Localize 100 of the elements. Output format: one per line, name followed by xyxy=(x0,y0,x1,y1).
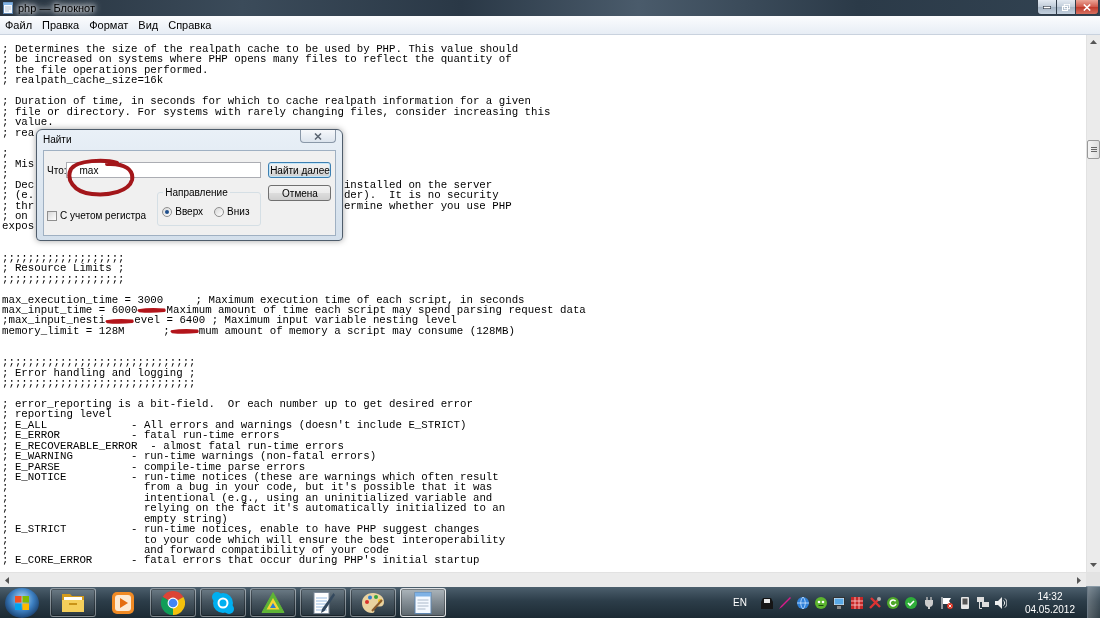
text-line: ;;;;;;;;;;;;;;;;;;;;;;;;;;;;;; xyxy=(2,378,196,389)
close-button[interactable] xyxy=(1076,0,1099,15)
window-title: php — Блокнот xyxy=(18,1,96,16)
text-line: ; Duration of time, in seconds for which to cache realpath information for a given xyxy=(2,96,531,107)
round-badge-icon xyxy=(211,590,235,615)
text-line: ; xyxy=(2,169,9,180)
radio-button[interactable] xyxy=(162,206,173,217)
text-line: ; E_STRICT - run-time notices, enable to have PHP suggest changes xyxy=(2,524,480,535)
text-line: ; E_RECOVERABLE_ERROR - almost fatal run-time errors xyxy=(2,440,344,452)
palette-icon xyxy=(361,590,385,615)
plug-icon[interactable] xyxy=(922,596,935,609)
menu-item[interactable]: Файл xyxy=(0,16,38,34)
radio-label: Вверх xyxy=(175,206,204,217)
globe-icon[interactable] xyxy=(796,596,809,609)
flag-icon[interactable] xyxy=(940,596,953,609)
close-button[interactable] xyxy=(300,130,336,143)
taskbar-button[interactable] xyxy=(50,588,96,617)
inbox-icon[interactable] xyxy=(760,596,773,609)
text-line: ; value. xyxy=(2,117,54,128)
close-icon xyxy=(314,132,322,140)
text-line: ; E_CORE_ERROR - fatal errors that occur during PHP's initial startup xyxy=(2,555,480,566)
clock-date: 04.05.2012 xyxy=(1024,602,1075,616)
text-line: ; xyxy=(2,148,9,159)
text-line: ; E_ERROR - fatal run-time errors xyxy=(2,430,280,441)
text-line: ; Dec xyxy=(2,179,35,191)
menu-item[interactable]: Вид xyxy=(133,16,164,34)
triangle-logo-icon xyxy=(261,590,285,615)
group-label: Направление xyxy=(164,187,229,198)
start-logo-icon xyxy=(15,595,29,610)
taskbar-button[interactable] xyxy=(300,588,346,617)
notepad-icon xyxy=(411,590,435,615)
text-line: ermine whether you use PHP xyxy=(343,200,512,211)
text-line: expos xyxy=(2,221,35,232)
text-line: ; thr xyxy=(2,200,35,211)
network-icon[interactable] xyxy=(976,596,989,609)
text-line: ; reporting level xyxy=(2,409,112,420)
arrow-up-icon xyxy=(1090,40,1097,44)
ring-badge-icon[interactable] xyxy=(886,596,899,609)
text-line: ;;;;;;;;;;;;;;;;;;;;;;;;;;;;;; xyxy=(2,357,196,368)
text-line: ; empty string) xyxy=(2,513,228,525)
text-line: ; from a bug in your code, but it's possible that it was xyxy=(2,482,493,493)
menu-item[interactable]: Справка xyxy=(163,16,217,34)
text-line: der). It is no security xyxy=(343,190,499,201)
notebook-pen-icon xyxy=(311,590,335,615)
text-line: ;;;;;;;;;;;;;;;;;;; xyxy=(2,252,125,264)
taskbar-button[interactable] xyxy=(350,588,396,617)
scribble-mark xyxy=(105,317,135,324)
text-line: ; error_reporting is a bit-field. Or each number up to get desired error xyxy=(2,398,473,410)
text-line: evel = 6400 ; Maximum input variable nesting level xyxy=(134,315,457,326)
find-field[interactable]: max xyxy=(66,162,262,178)
menu-item[interactable]: Правка xyxy=(37,16,85,34)
text-line: Maximum amount of time each script may spend parsing request data xyxy=(166,304,586,316)
find-label: Что: xyxy=(47,164,67,176)
text-line: ; the file operations performed. xyxy=(2,64,209,76)
text-line: mum amount of memory a script may consume (128MB) xyxy=(198,325,515,337)
text-line: ; E_WARNING - run-time warnings (non-fatal errors) xyxy=(2,451,377,462)
text-line: max_input_time = 6000 xyxy=(2,304,138,316)
monitor-icon[interactable] xyxy=(832,596,845,609)
start-button[interactable] xyxy=(5,587,39,618)
check-circle-icon[interactable] xyxy=(904,596,917,609)
checkbox-label: С учетом регистра xyxy=(60,210,147,221)
speaker-icon[interactable] xyxy=(994,596,1007,609)
checkbox[interactable] xyxy=(47,210,57,221)
text-line: ; relying on the fact it's automatically initialized to an xyxy=(2,503,506,514)
taskbar-button[interactable] xyxy=(150,588,196,617)
text-line: ; E_ALL - All errors and warnings (doesn't include E_STRICT) xyxy=(2,419,467,431)
text-line: ; and forward compatibility of your code xyxy=(2,545,390,556)
text-line: ; realpath_cache_size=16k xyxy=(2,75,164,86)
menu-item[interactable]: Формат xyxy=(84,16,134,34)
text-line: ; to your code which will ensure the best interoperability xyxy=(2,534,506,545)
grip-icon xyxy=(1090,147,1097,152)
round-logo-icon xyxy=(161,590,185,615)
smiley-icon[interactable] xyxy=(814,596,827,609)
scribble-mark xyxy=(169,328,199,335)
radio-label: Вниз xyxy=(227,206,250,217)
radio-button[interactable] xyxy=(214,206,225,217)
text-line: ; file or directory. For systems with rarely changing files, consider increasing this xyxy=(2,106,551,118)
device-icon[interactable] xyxy=(958,596,971,609)
grid-icon[interactable] xyxy=(850,596,863,609)
restore-button[interactable] xyxy=(1057,0,1076,15)
taskbar-button[interactable] xyxy=(400,588,446,617)
language-indicator[interactable]: EN xyxy=(731,597,749,608)
minimize-button[interactable] xyxy=(1037,0,1057,15)
play-icon xyxy=(111,590,135,615)
text-line: installed on the server xyxy=(343,179,493,191)
text-line: ;;;;;;;;;;;;;;;;;;; xyxy=(2,273,125,285)
cancel-button[interactable]: Отмена xyxy=(268,185,332,201)
cross-icon[interactable] xyxy=(868,596,881,609)
text-line: memory_limit = 128M ; xyxy=(2,325,170,337)
scrollbar-thumb[interactable] xyxy=(1087,140,1100,159)
arrow-right-icon xyxy=(1077,576,1081,584)
minimize-icon xyxy=(1043,5,1051,9)
taskbar-button[interactable] xyxy=(200,588,246,617)
restore-icon xyxy=(1062,3,1070,11)
taskbar-button[interactable] xyxy=(250,588,296,617)
notepad-icon xyxy=(3,2,13,14)
pen-icon[interactable] xyxy=(778,596,791,609)
text-line: ;max_input_nesti xyxy=(2,315,106,326)
find-next-button[interactable]: Найти далее xyxy=(268,162,332,178)
vertical-scrollbar[interactable] xyxy=(1086,35,1100,572)
